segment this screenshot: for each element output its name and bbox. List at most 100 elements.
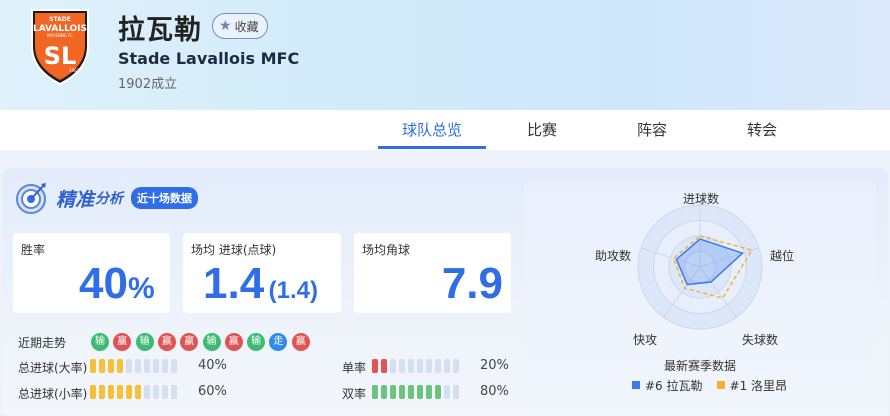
bar-segment-empty <box>144 359 150 373</box>
radar-chart <box>637 204 763 330</box>
bar-segment-empty <box>453 359 459 373</box>
tab-squad[interactable]: 阵容 <box>598 110 706 150</box>
radar-axis-offside: 越位 <box>770 249 795 263</box>
odd-rate-bar <box>372 359 459 373</box>
win-rate-label: 胜率 <box>21 243 46 257</box>
trend-result-loss: 输 <box>135 333 154 351</box>
team-name: 拉瓦勒 <box>118 15 202 46</box>
bar-segment-filled <box>90 359 96 373</box>
bar-segment-filled <box>399 385 405 399</box>
bar-segment-empty <box>162 385 168 399</box>
radar-caption: 最新赛季数据 <box>664 359 737 373</box>
trend-result-win: 赢 <box>291 333 310 351</box>
under-rate-value: 60% <box>198 384 227 399</box>
bar-segment-empty <box>444 385 450 399</box>
avg-goals-label: 场均 进球(点球) <box>191 243 277 257</box>
bar-segment-filled <box>381 359 387 373</box>
bar-segment-filled <box>126 385 132 399</box>
bar-segment-empty <box>426 359 432 373</box>
trend-result-loss: 输 <box>247 333 266 351</box>
avg-corners-card: 场均角球 7.9 <box>354 233 511 313</box>
bar-segment-empty <box>399 359 405 373</box>
trend-result-win: 赢 <box>157 333 176 351</box>
odd-rate-value: 20% <box>480 358 509 373</box>
avg-corners-number: 7.9 <box>441 259 503 308</box>
star-icon: ★ <box>219 18 232 34</box>
win-rate-unit: % <box>127 272 155 305</box>
under-rate-label: 总进球(小率) <box>18 387 88 401</box>
bar-segment-filled <box>108 385 114 399</box>
avg-corners-value: 7.9 <box>442 259 503 309</box>
bar-segment-filled <box>135 385 141 399</box>
bar-segment-empty <box>153 385 159 399</box>
bar-segment-filled <box>108 359 114 373</box>
team-logo: STADE LAVALLOIS MAYENNE FC SL 1902 <box>31 9 89 86</box>
bar-segment-empty <box>171 385 177 399</box>
radar-axis-counter: 快攻 <box>633 333 658 347</box>
svg-text:MAYENNE FC: MAYENNE FC <box>47 33 73 38</box>
bar-segment-empty <box>453 385 459 399</box>
avg-goals-penalty: (1.4) <box>268 277 318 304</box>
legend-label-opponent: #1 洛里昂 <box>729 379 788 393</box>
target-icon <box>16 183 46 214</box>
tab-matches[interactable]: 比赛 <box>488 110 596 150</box>
analysis-title-main: 精准 <box>56 188 95 211</box>
radar-axis-conceded: 失球数 <box>742 333 779 347</box>
avg-goals-card: 场均 进球(点球) 1.4 (1.4) <box>183 233 341 313</box>
over-rate-label: 总进球(大率) <box>18 361 88 375</box>
even-rate-value: 80% <box>480 384 509 399</box>
svg-text:STADE: STADE <box>49 16 71 23</box>
win-rate-number: 40 <box>79 259 128 308</box>
win-rate-card: 胜率 40% <box>13 233 170 313</box>
bar-segment-filled <box>435 385 441 399</box>
bar-segment-filled <box>408 385 414 399</box>
bar-segment-filled <box>90 385 96 399</box>
trend-result-win: 赢 <box>224 333 243 351</box>
founded-year: 1902成立 <box>118 77 178 92</box>
legend-swatch-home <box>632 381 640 389</box>
bar-segment-empty <box>390 359 396 373</box>
favorite-button[interactable]: ★ 收藏 <box>212 13 268 39</box>
bar-segment-filled <box>372 359 378 373</box>
even-rate-label: 双率 <box>342 387 367 401</box>
bar-segment-filled <box>99 385 105 399</box>
bar-segment-empty <box>144 385 150 399</box>
analysis-title-sub: 分析 <box>95 191 124 207</box>
trend-result-loss: 输 <box>202 333 221 351</box>
radar-axis-assists: 助攻数 <box>595 249 632 263</box>
legend-item-home[interactable]: #6 拉瓦勒 <box>632 377 703 394</box>
bar-segment-empty <box>153 359 159 373</box>
bar-segment-empty <box>444 359 450 373</box>
win-rate-value: 40% <box>79 259 155 309</box>
bar-segment-filled <box>372 385 378 399</box>
tab-overview[interactable]: 球队总览 <box>378 110 486 150</box>
bar-segment-filled <box>417 385 423 399</box>
bar-segment-empty <box>417 359 423 373</box>
bar-segment-filled <box>99 359 105 373</box>
bar-segment-filled <box>117 359 123 373</box>
over-rate-value: 40% <box>198 358 227 373</box>
svg-text:SL: SL <box>44 42 77 70</box>
trend-result-loss: 输 <box>91 333 109 351</box>
radar-axis-goals: 进球数 <box>683 192 720 206</box>
odd-rate-label: 单率 <box>342 361 367 375</box>
tab-bar: 球队总览 比赛 阵容 转会 <box>0 110 890 150</box>
team-english-name: Stade Lavallois MFC <box>118 49 300 68</box>
recent-matches-badge: 近十场数据 <box>131 187 199 209</box>
bar-segment-filled <box>426 385 432 399</box>
tab-transfers[interactable]: 转会 <box>708 110 816 150</box>
avg-corners-label: 场均角球 <box>362 243 411 257</box>
favorite-label: 收藏 <box>234 19 259 34</box>
svg-text:1902: 1902 <box>69 68 80 73</box>
even-rate-bar <box>372 385 459 399</box>
bar-segment-empty <box>135 359 141 373</box>
legend-swatch-opponent <box>716 381 725 389</box>
bar-segment-empty <box>408 359 414 373</box>
legend-item-opponent[interactable]: #1 洛里昂 <box>716 377 788 394</box>
bar-segment-filled <box>390 385 396 399</box>
bar-segment-empty <box>171 359 177 373</box>
radar-legend: #6 拉瓦勒 #1 洛里昂 <box>632 377 787 394</box>
bar-segment-filled <box>381 385 387 399</box>
avg-goals-number: 1.4 <box>203 259 265 308</box>
bar-segment-empty <box>162 359 168 373</box>
